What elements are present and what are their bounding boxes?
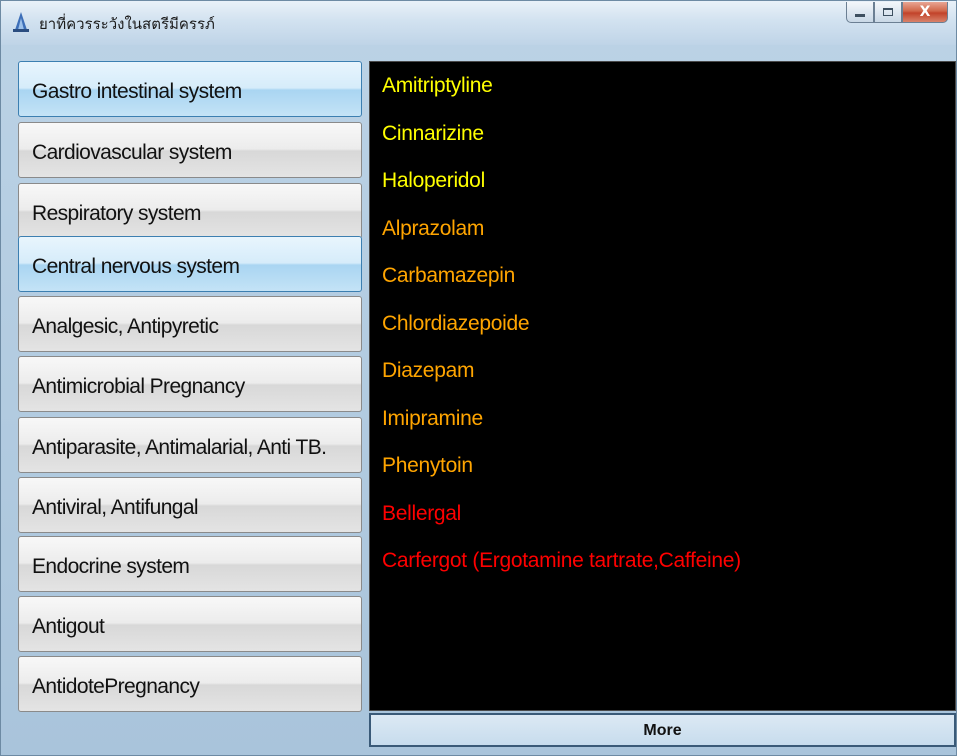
category-button-label: Respiratory system bbox=[32, 202, 202, 225]
category-button[interactable]: Cardiovascular system bbox=[18, 122, 362, 178]
title-bar[interactable]: ยาที่ควรระวังในสตรีมีครรภ์ X bbox=[1, 1, 956, 45]
category-button[interactable]: Antimicrobial Pregnancy bbox=[18, 356, 362, 412]
drug-list-item: Bellergal bbox=[382, 501, 462, 525]
drug-list-item: Phenytoin bbox=[382, 454, 473, 477]
category-button[interactable]: Antiviral, Antifungal bbox=[18, 477, 362, 533]
window-title: ยาที่ควรระวังในสตรีมีครรภ์ bbox=[39, 15, 215, 33]
category-button-label: AntidotePregnancy bbox=[32, 675, 200, 698]
category-button-label: Antiparasite, Antimalarial, Anti TB. bbox=[32, 436, 327, 459]
category-button[interactable]: Antiparasite, Antimalarial, Anti TB. bbox=[18, 417, 362, 473]
app-window: ยาที่ควรระวังในสตรีมีครรภ์ X Gastro inte… bbox=[0, 0, 957, 756]
category-button-label: Antiviral, Antifungal bbox=[32, 496, 199, 519]
category-button-label: Central nervous system bbox=[32, 255, 240, 278]
maximize-icon bbox=[883, 8, 893, 16]
drug-list-item: Amitriptyline bbox=[382, 74, 493, 97]
category-button-label: Gastro intestinal system bbox=[32, 80, 242, 103]
close-icon: X bbox=[919, 4, 931, 20]
maximize-button[interactable] bbox=[874, 2, 902, 23]
category-button[interactable]: Gastro intestinal system bbox=[18, 61, 362, 117]
category-button-label: Analgesic, Antipyretic bbox=[32, 315, 219, 338]
drug-list-item: Chlordiazepoide bbox=[382, 311, 530, 335]
category-button-label: Endocrine system bbox=[32, 555, 190, 578]
minimize-button[interactable] bbox=[846, 2, 874, 23]
drug-list-item: Carfergot (Ergotamine tartrate,Caffeine) bbox=[382, 549, 741, 572]
drug-list-item: Carbamazepin bbox=[382, 264, 515, 287]
close-button[interactable]: X bbox=[902, 2, 948, 23]
category-button-label: Cardiovascular system bbox=[32, 141, 232, 164]
drug-list-item: Alprazolam bbox=[382, 216, 485, 240]
category-button[interactable]: Analgesic, Antipyretic bbox=[18, 296, 362, 352]
drug-list-item: Imipramine bbox=[382, 406, 483, 430]
category-button-label: Antigout bbox=[32, 615, 105, 638]
drug-list-item: Diazepam bbox=[382, 359, 475, 382]
more-button[interactable]: More bbox=[369, 713, 956, 747]
category-button[interactable]: Endocrine system bbox=[18, 536, 362, 592]
category-panel: Gastro intestinal system Cardiovascular s… bbox=[18, 61, 364, 712]
window-controls: X bbox=[846, 2, 948, 24]
minimize-icon bbox=[855, 13, 865, 17]
category-button[interactable]: Central nervous system bbox=[18, 236, 362, 292]
more-button-label: More bbox=[643, 722, 682, 739]
drug-list-panel: Amitriptyline Cinnarizine Haloperidol Alpra… bbox=[369, 61, 956, 711]
category-button[interactable]: Respiratory system bbox=[18, 183, 362, 239]
category-button-label: Antimicrobial Pregnancy bbox=[32, 375, 245, 398]
category-button[interactable]: Antigout bbox=[18, 596, 362, 652]
app-icon bbox=[13, 12, 29, 32]
drug-list-item: Cinnarizine bbox=[382, 121, 484, 145]
drug-list-item: Haloperidol bbox=[382, 169, 485, 192]
category-button[interactable]: AntidotePregnancy bbox=[18, 656, 362, 712]
